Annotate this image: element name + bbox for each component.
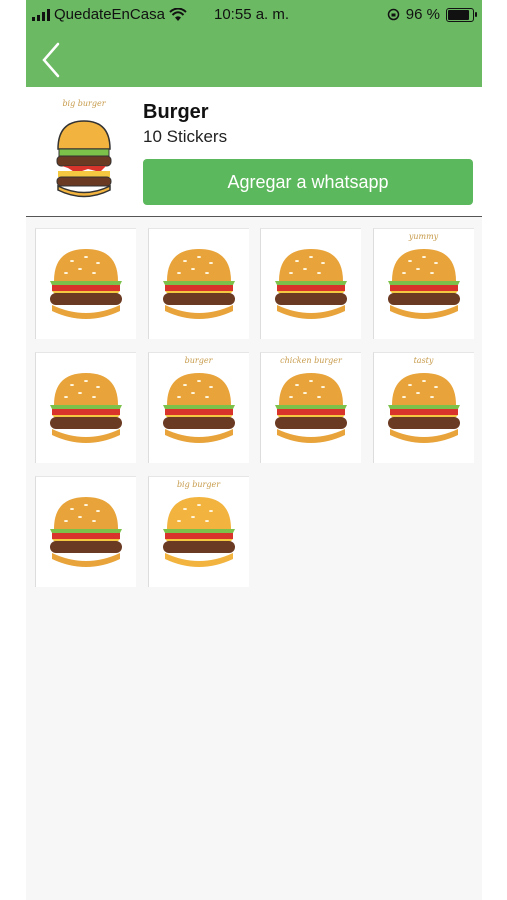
burger-icon xyxy=(275,249,347,319)
status-left: QuedateEnCasa xyxy=(32,6,187,23)
back-button[interactable] xyxy=(38,40,68,80)
divider xyxy=(26,216,482,217)
sticker-count: 10 Stickers xyxy=(143,127,228,146)
sticker-big-burger[interactable]: big burger xyxy=(147,476,249,587)
pack-info: big burger Burger 10 Stickers Agregar a … xyxy=(26,87,482,216)
carrier-label: QuedateEnCasa xyxy=(54,6,165,23)
sticker-cheeseburger[interactable] xyxy=(260,228,361,339)
burger-icon xyxy=(162,249,235,319)
sticker-yummy-burger[interactable]: yummy xyxy=(372,228,474,339)
sticker-caption: tasty xyxy=(413,356,434,365)
signal-icon xyxy=(32,8,50,21)
sticker-tasty-burger[interactable]: tasty xyxy=(372,352,474,463)
status-bar: QuedateEnCasa 10:55 a. m. 96 % xyxy=(26,0,482,30)
chevron-left-icon xyxy=(42,42,60,78)
burger-icon xyxy=(275,373,347,443)
sticker-chicken-burger[interactable]: chicken burger xyxy=(260,352,361,463)
burger-icon xyxy=(387,249,460,319)
burger-icon xyxy=(387,373,460,443)
clock: 10:55 a. m. xyxy=(214,6,290,23)
sticker-caption: burger xyxy=(184,356,213,365)
burger-icon xyxy=(50,497,122,567)
sticker-caption: big burger xyxy=(176,480,221,489)
status-right: 96 % xyxy=(387,6,477,23)
burger-icon xyxy=(162,497,235,567)
sticker-deluxe-burger[interactable] xyxy=(35,476,136,587)
header-bar: QuedateEnCasa 10:55 a. m. 96 % xyxy=(26,0,482,87)
add-to-whatsapp-button[interactable]: Agregar a whatsapp xyxy=(143,159,473,205)
battery-percent: 96 % xyxy=(405,6,440,23)
pack-thumbnail: big burger xyxy=(48,99,120,204)
sticker-caption: chicken burger xyxy=(280,356,342,365)
sticker-double-burger[interactable]: burger xyxy=(147,352,249,463)
sticker-caption: yummy xyxy=(408,232,439,241)
sticker-ham-burger[interactable] xyxy=(35,352,136,463)
sticker-bacon-burger[interactable] xyxy=(35,228,136,339)
battery-icon xyxy=(446,7,477,22)
pack-title: Burger xyxy=(143,101,209,123)
burger-icon xyxy=(50,373,122,443)
burger-icon xyxy=(50,249,122,319)
app-screen: QuedateEnCasa 10:55 a. m. 96 % big burge… xyxy=(26,0,482,900)
wifi-icon xyxy=(169,7,187,21)
orientation-lock-icon xyxy=(387,8,400,21)
sticker-classic-burger[interactable] xyxy=(147,228,249,339)
burger-icon xyxy=(162,373,235,443)
